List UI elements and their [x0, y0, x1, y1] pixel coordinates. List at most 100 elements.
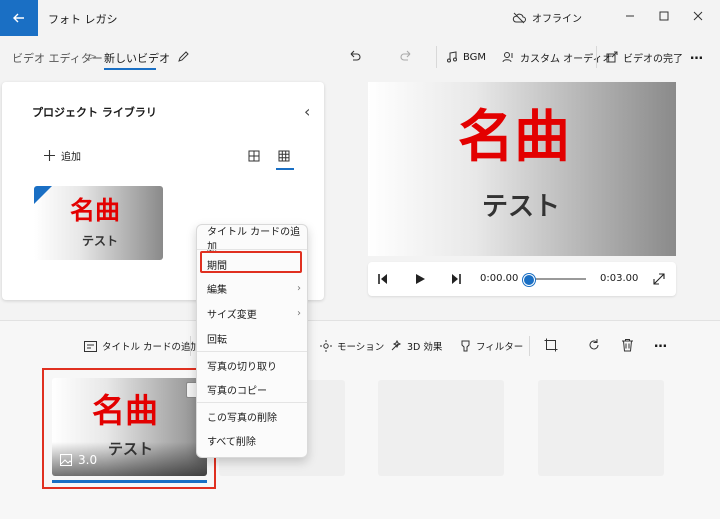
large-grid-view-button[interactable] [248, 150, 260, 162]
menu-divider [197, 402, 307, 403]
undo-icon [350, 50, 361, 61]
empty-clip-slot[interactable] [378, 380, 504, 476]
back-arrow-icon [13, 13, 24, 23]
view-selected-underline [276, 168, 294, 170]
add-title-card-button[interactable]: タイトル カードの追加 [84, 338, 200, 354]
custom-audio-label: カスタム オーディオ [520, 53, 613, 65]
bgm-button[interactable]: BGM [446, 45, 486, 69]
title-card-icon [84, 340, 97, 352]
menu-item-label: 編集 [207, 284, 227, 296]
playback-controls: 0:00.00 0:03.00 [368, 262, 676, 296]
storyboard-divider [190, 336, 191, 356]
context-menu: タイトル カードの追加 期間 編集 › サイズ変更 › 回転 写真の切り取り 写… [196, 224, 308, 458]
breadcrumb-separator: > [88, 50, 98, 63]
close-icon [693, 11, 703, 21]
redo-button[interactable] [400, 49, 414, 63]
chevron-right-icon: › [297, 282, 301, 294]
breadcrumb-underline [104, 68, 156, 70]
video-preview: 名曲 テスト [368, 82, 676, 256]
motion-label: モーション [337, 342, 385, 353]
preview-title: 名曲 [458, 105, 570, 170]
close-button[interactable] [686, 6, 710, 26]
rotate-button[interactable] [587, 338, 601, 352]
filter-label: フィルター [476, 342, 524, 353]
3d-effects-label: 3D 効果 [407, 342, 443, 353]
menu-item-label: すべて削除 [207, 436, 256, 448]
music-note-icon [447, 51, 457, 63]
more-options-button[interactable]: … [690, 48, 703, 63]
crop-button[interactable] [544, 338, 558, 352]
menu-divider [197, 249, 307, 250]
skip-back-icon [378, 274, 387, 284]
toolbar-divider [596, 46, 597, 68]
storyboard-more-button[interactable]: … [654, 336, 667, 351]
export-icon [606, 51, 618, 63]
skip-forward-icon [452, 274, 461, 284]
rotate-icon [589, 339, 599, 350]
menu-item-label: この写真の削除 [207, 412, 277, 424]
offline-status[interactable]: オフライン [512, 10, 582, 25]
preview-subtitle: テスト [482, 192, 561, 222]
menu-divider [197, 351, 307, 352]
chevron-right-icon: › [297, 307, 301, 319]
menu-item-crop-photo[interactable]: 写真の切り取り [207, 356, 301, 374]
minimize-icon [626, 15, 634, 17]
seek-thumb[interactable] [523, 274, 535, 286]
menu-item-delete-photo[interactable]: この写真の削除 [207, 407, 301, 425]
crop-icon [544, 338, 558, 352]
add-media-button[interactable]: 追加 [44, 148, 81, 163]
fullscreen-button[interactable] [653, 273, 665, 285]
cloud-offline-icon [512, 12, 526, 23]
custom-audio-icon [502, 52, 513, 63]
thumbnail-subtitle: テスト [82, 234, 119, 248]
total-time: 0:03.00 [600, 273, 639, 284]
current-time: 0:00.00 [480, 273, 519, 284]
back-button[interactable] [0, 0, 38, 36]
play-icon [416, 274, 425, 284]
delete-button[interactable] [621, 338, 634, 352]
3d-effects-button[interactable]: 3D 効果 [390, 338, 442, 354]
next-frame-button[interactable] [450, 273, 462, 285]
minimize-button[interactable] [618, 6, 642, 26]
duration-highlight-box [200, 251, 302, 273]
seek-track[interactable] [528, 278, 586, 280]
menu-item-label: 回転 [207, 334, 227, 346]
menu-item-add-title-card[interactable]: タイトル カードの追加 [207, 227, 301, 253]
pencil-icon [178, 51, 189, 62]
library-title: プロジェクト ライブラリ [32, 106, 157, 119]
menu-item-label: サイズ変更 [207, 309, 257, 321]
finish-video-button[interactable]: ビデオの完了 [606, 45, 683, 69]
menu-item-label: 写真の切り取り [207, 361, 277, 373]
previous-frame-button[interactable] [377, 273, 389, 285]
maximize-button[interactable] [652, 6, 676, 26]
undo-button[interactable] [347, 49, 361, 63]
add-title-card-label: タイトル カードの追加 [102, 342, 201, 353]
breadcrumb-current[interactable]: 新しいビデオ [104, 50, 170, 66]
motion-icon [320, 340, 332, 352]
motion-button[interactable]: モーション [320, 338, 384, 354]
library-item-thumbnail[interactable]: 名曲 テスト [34, 186, 163, 260]
3d-effects-icon [391, 340, 402, 351]
menu-item-resize[interactable]: サイズ変更 › [207, 304, 301, 322]
menu-item-label: 写真のコピー [207, 385, 267, 397]
collapse-library-button[interactable]: ‹ [304, 102, 310, 121]
rename-button[interactable] [177, 50, 190, 63]
toolbar-divider [436, 46, 437, 68]
play-button[interactable] [414, 273, 426, 285]
redo-icon [400, 50, 411, 61]
finish-video-label: ビデオの完了 [623, 53, 683, 65]
app-title: フォト レガシ [48, 13, 118, 26]
filter-icon [461, 340, 470, 352]
thumbnail-title: 名曲 [70, 196, 121, 225]
filter-button[interactable]: フィルター [460, 338, 523, 354]
menu-item-rotate[interactable]: 回転 [207, 329, 301, 347]
menu-item-delete-all[interactable]: すべて削除 [207, 431, 301, 449]
empty-clip-slot[interactable] [538, 380, 664, 476]
clip-highlight-box [42, 368, 216, 489]
added-indicator [34, 186, 52, 204]
menu-item-copy-photo[interactable]: 写真のコピー [207, 380, 301, 398]
small-grid-view-button[interactable] [278, 150, 290, 162]
large-grid-icon [248, 150, 260, 162]
menu-item-edit[interactable]: 編集 › [207, 279, 301, 297]
small-grid-icon [278, 150, 290, 162]
